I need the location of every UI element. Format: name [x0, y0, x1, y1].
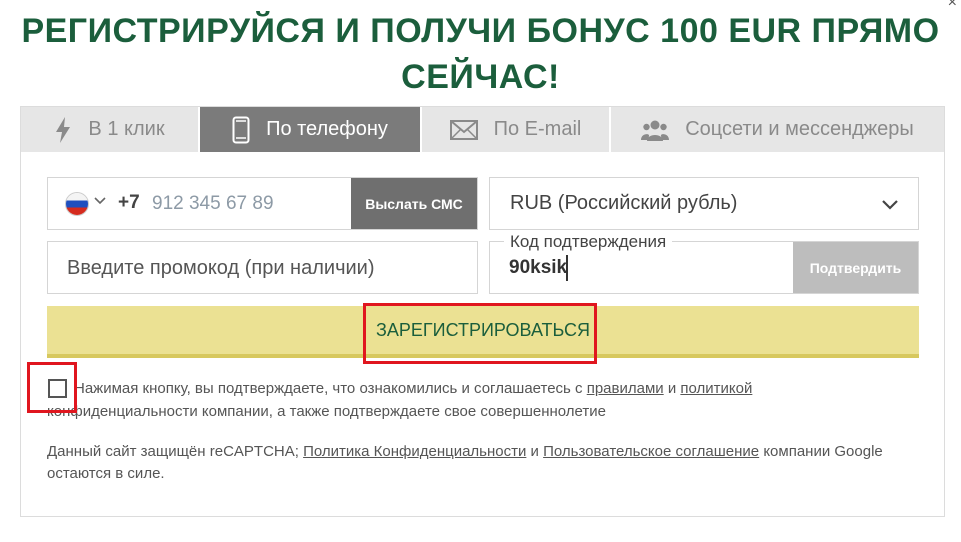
chevron-down-icon[interactable] — [94, 192, 106, 213]
tab-label: В 1 клик — [88, 118, 165, 140]
russia-flag-icon[interactable] — [66, 193, 88, 215]
highlight-box — [27, 362, 77, 413]
smartphone-icon — [232, 116, 250, 144]
envelope-icon — [449, 119, 478, 140]
lightning-icon — [54, 116, 72, 143]
highlight-box — [363, 303, 597, 364]
page-title: РЕГИСТРИРУЙСЯ И ПОЛУЧИ БОНУС 100 EUR ПРЯ… — [0, 8, 961, 100]
tab-one-click[interactable]: В 1 клик — [21, 107, 200, 152]
agreement-text: Нажимая кнопку, вы подтверждаете, что оз… — [47, 377, 907, 423]
tab-phone[interactable]: По телефону — [200, 107, 422, 152]
currency-select[interactable]: RUB (Российский рубль) — [489, 177, 919, 230]
phone-field: +7 Выслать СМС — [47, 177, 478, 230]
confirm-button[interactable]: Подтвердить — [793, 242, 918, 293]
phone-input[interactable] — [152, 190, 372, 218]
promo-code-input[interactable] — [67, 254, 462, 282]
agreement-text-before: Нажимая кнопку, вы подтверждаете, что оз… — [74, 380, 587, 397]
send-sms-button[interactable]: Выслать СМС — [351, 178, 477, 229]
rules-link[interactable]: правилами — [587, 380, 664, 397]
title-line-1: РЕГИСТРИРУЙСЯ И ПОЛУЧИ БОНУС 100 EUR ПРЯ… — [21, 12, 940, 50]
confirmation-code-label: Код подтверждения — [504, 232, 673, 252]
tab-label: По E-mail — [493, 118, 582, 140]
terms-link[interactable]: Пользовательское соглашение — [543, 443, 759, 460]
tab-social[interactable]: Соцсети и мессенджеры — [611, 107, 944, 152]
currency-value: RUB (Российский рубль) — [510, 192, 738, 214]
tab-label: Соцсети и мессенджеры — [685, 118, 914, 140]
agreement-and: и — [663, 380, 681, 397]
title-line-2: СЕЙЧАС! — [401, 58, 560, 96]
country-code: +7 — [118, 192, 140, 213]
chevron-down-icon — [880, 192, 900, 221]
tab-email[interactable]: По E-mail — [422, 107, 611, 152]
promo-code-field — [47, 241, 478, 294]
confirmation-code-field: Код подтверждения 90ksik Подтвердить — [489, 232, 919, 294]
agreement-text-after: конфиденциальности компании, а также под… — [47, 403, 606, 420]
registration-tabs: В 1 клик По телефону По E-mail Соцсети и… — [21, 107, 944, 152]
policy-link[interactable]: политикой — [680, 380, 752, 397]
confirmation-code-input[interactable]: 90ksik — [509, 257, 567, 279]
captcha-text-before: Данный сайт защищён reCAPTCHA; — [47, 443, 304, 460]
captcha-and: и — [526, 443, 544, 460]
text-cursor — [566, 255, 568, 281]
registration-form: В 1 клик По телефону По E-mail Соцсети и… — [20, 106, 945, 517]
users-icon — [641, 119, 670, 141]
tab-label: По телефону — [266, 118, 388, 140]
recaptcha-notice: Данный сайт защищён reCAPTCHA; Политика … — [47, 441, 927, 485]
privacy-policy-link[interactable]: Политика Конфиденциальности — [303, 443, 526, 460]
